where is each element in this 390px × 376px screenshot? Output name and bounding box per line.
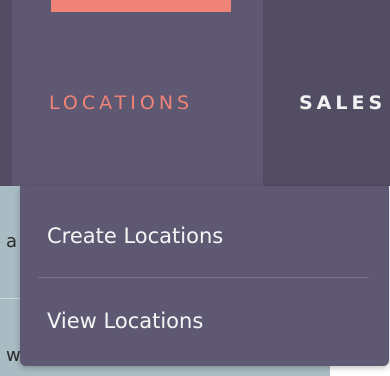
menu-divider (38, 277, 369, 278)
nav-item-locations[interactable]: LOCATIONS (49, 83, 193, 123)
menu-item-view-locations[interactable]: View Locations (47, 309, 203, 333)
active-tab-indicator (51, 0, 231, 12)
underlay-text-fragment: a (6, 231, 18, 252)
nav-item-sales[interactable]: SALES (299, 83, 386, 123)
underlay-text-fragment: w (6, 345, 21, 366)
locations-dropdown-menu (20, 186, 389, 366)
menu-item-create-locations[interactable]: Create Locations (47, 224, 223, 248)
